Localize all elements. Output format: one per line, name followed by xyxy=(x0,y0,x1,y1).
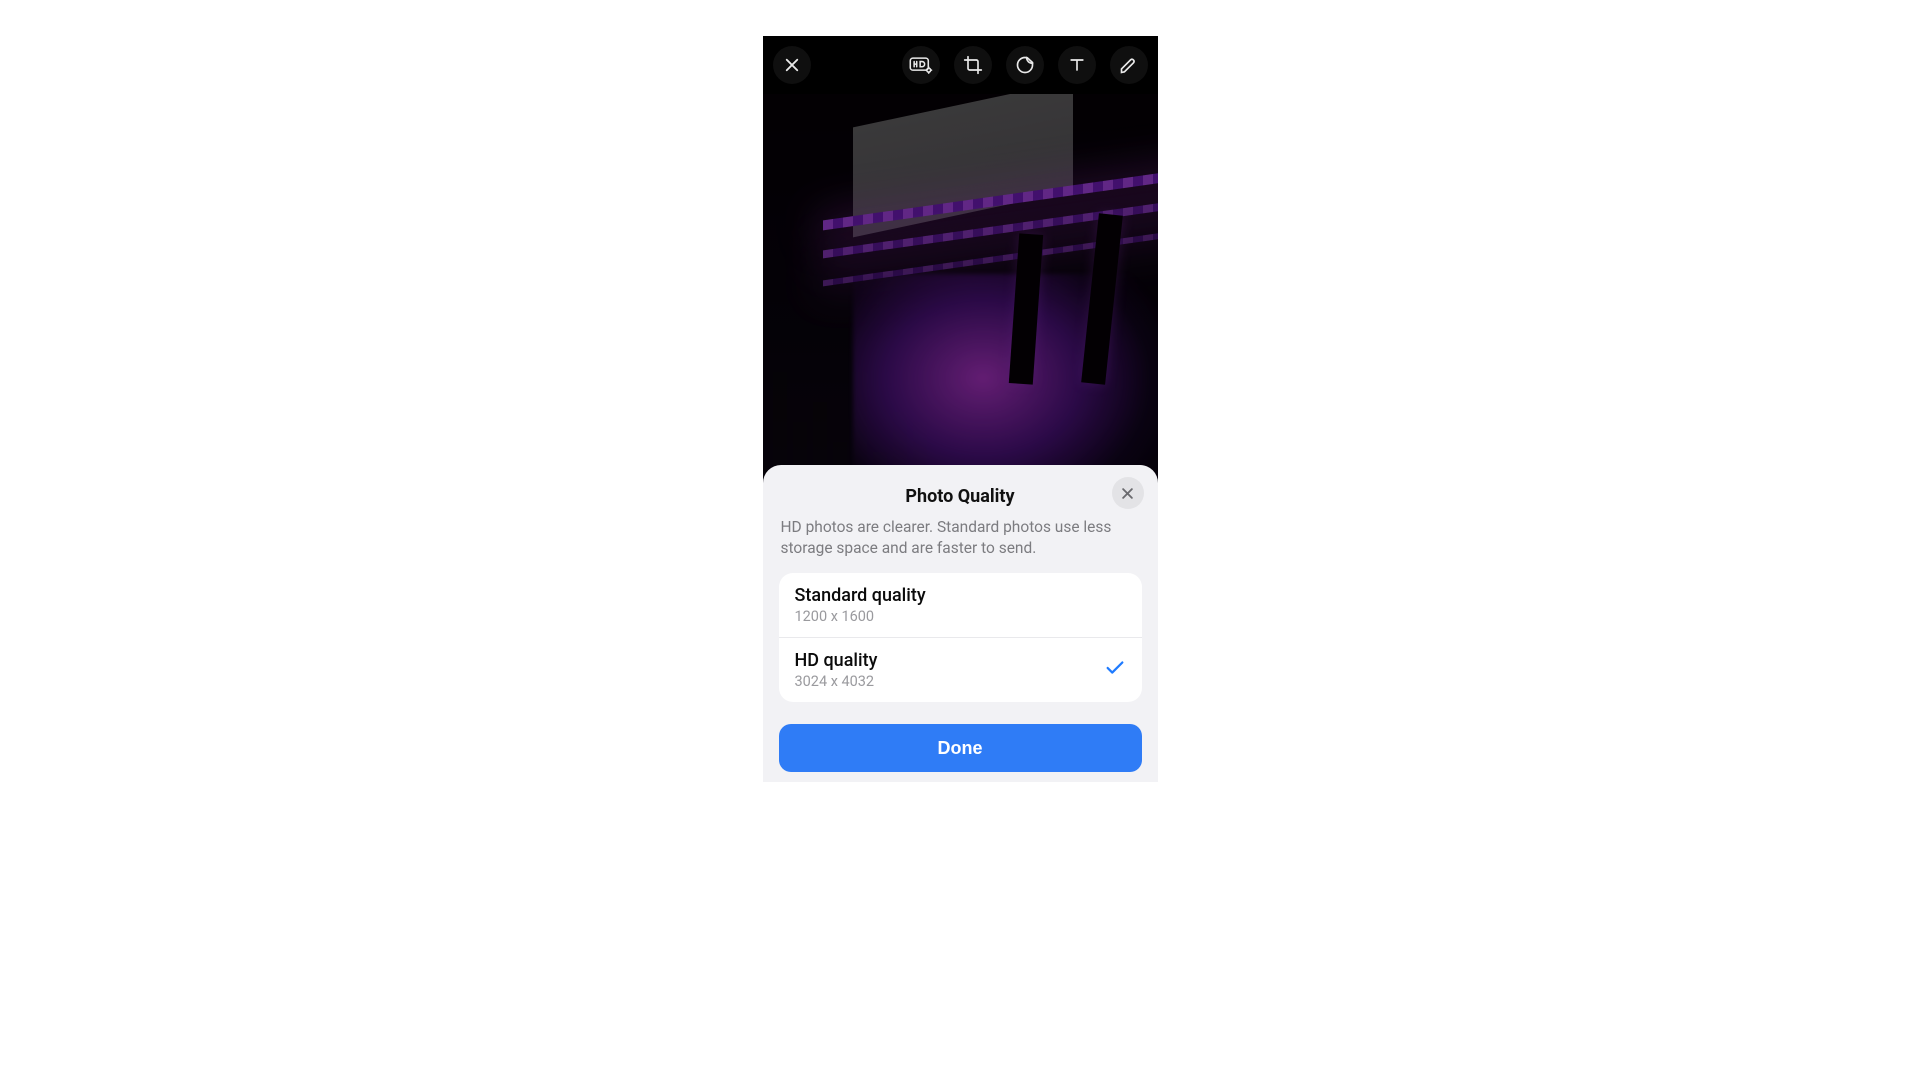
close-icon xyxy=(783,56,801,74)
quality-option-standard[interactable]: Standard quality 1200 x 1600 xyxy=(779,573,1142,637)
text-tool-button[interactable] xyxy=(1058,46,1096,84)
sticker-icon xyxy=(1015,55,1035,75)
option-title: HD quality xyxy=(795,650,878,671)
hd-settings-icon xyxy=(909,54,933,76)
draw-button[interactable] xyxy=(1110,46,1148,84)
close-icon xyxy=(1120,486,1135,501)
sticker-button[interactable] xyxy=(1006,46,1044,84)
option-subtitle: 3024 x 4032 xyxy=(795,673,878,690)
crop-icon xyxy=(963,55,983,75)
text-tool-icon xyxy=(1067,55,1087,75)
sheet-title: Photo Quality xyxy=(905,486,1014,507)
option-title: Standard quality xyxy=(795,585,926,606)
toolbar-left-group xyxy=(773,46,811,84)
draw-icon xyxy=(1119,55,1139,75)
sheet-header: Photo Quality xyxy=(771,479,1150,513)
photo-quality-sheet: Photo Quality HD photos are clearer. Sta… xyxy=(763,465,1158,782)
sheet-description: HD photos are clearer. Standard photos u… xyxy=(771,513,1150,573)
editor-top-toolbar xyxy=(763,36,1158,94)
option-subtitle: 1200 x 1600 xyxy=(795,608,926,625)
done-button[interactable]: Done xyxy=(779,724,1142,772)
sheet-close-button[interactable] xyxy=(1112,477,1144,509)
quality-option-hd[interactable]: HD quality 3024 x 4032 xyxy=(779,637,1142,702)
checkmark-icon xyxy=(1104,657,1126,683)
phone-screen: Photo Quality HD photos are clearer. Sta… xyxy=(763,36,1158,782)
crop-button[interactable] xyxy=(954,46,992,84)
photo-quality-hd-button[interactable] xyxy=(902,46,940,84)
quality-options-list: Standard quality 1200 x 1600 HD quality … xyxy=(779,573,1142,702)
close-button[interactable] xyxy=(773,46,811,84)
toolbar-right-group xyxy=(902,46,1148,84)
app-stage: Photo Quality HD photos are clearer. Sta… xyxy=(0,0,1920,1080)
